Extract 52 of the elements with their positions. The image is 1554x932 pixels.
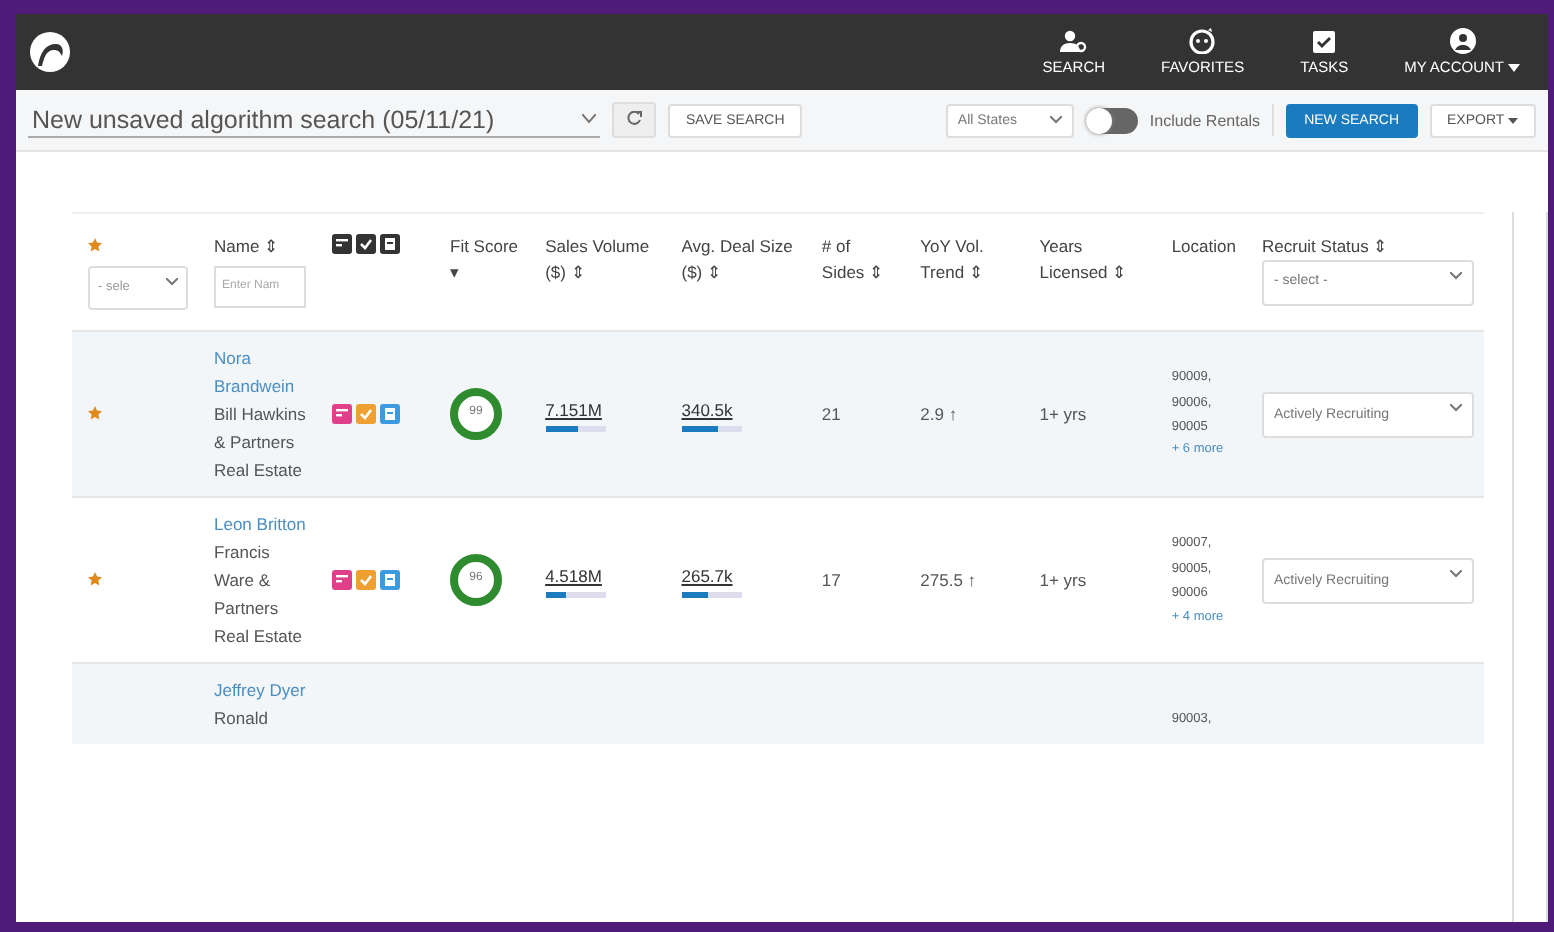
clipboard-icon[interactable] — [380, 570, 400, 591]
avg-deal-size: 265.7k — [681, 564, 735, 591]
column-header[interactable]: Location — [1171, 234, 1236, 261]
star-icon[interactable] — [88, 572, 102, 587]
column-header[interactable]: Name ⇕ — [214, 234, 306, 261]
star-icon[interactable] — [88, 406, 102, 421]
toggle-label: Include Rentals — [1149, 111, 1261, 129]
column-header[interactable]: Fit Score ▾ — [450, 234, 520, 287]
note-icon[interactable] — [332, 234, 352, 254]
sales-volume: 7.151M — [545, 398, 604, 425]
column-header[interactable]: Avg. Deal Size ($) ⇕ — [681, 234, 796, 287]
refresh-icon — [626, 110, 642, 126]
checkbox-icon[interactable] — [356, 404, 376, 425]
company-name: Francis Ware & Partners Real Estate — [214, 540, 304, 651]
years-licensed: 1+ yrs — [1039, 570, 1087, 591]
clipboard-icon[interactable] — [380, 404, 400, 425]
search-name-select[interactable]: New unsaved algorithm search (05/11/21) — [28, 103, 600, 137]
sales-volume: 4.518M — [545, 564, 604, 591]
clipboard-icon[interactable] — [380, 234, 400, 254]
chevron-icon — [1450, 569, 1462, 578]
checkbox-icon[interactable] — [356, 234, 376, 254]
chevron-icon — [582, 114, 596, 124]
caret-icon — [1508, 63, 1520, 71]
refresh-button[interactable] — [612, 102, 656, 138]
column-header[interactable]: Years Licensed ⇕ — [1039, 234, 1146, 287]
star-icon[interactable] — [88, 238, 102, 252]
chevron-icon — [166, 278, 178, 287]
user-circle-icon — [1449, 28, 1476, 54]
agent-name-link[interactable]: Leon Britton — [214, 510, 306, 539]
column-header[interactable]: # of Sides ⇕ — [821, 234, 895, 287]
company-name: Ronald — [214, 706, 270, 733]
checkbox-icon[interactable] — [356, 570, 376, 591]
column-header[interactable]: YoY Vol. Trend ⇕ — [920, 234, 1014, 287]
column-header[interactable]: Recruit Status ⇕ — [1262, 234, 1474, 261]
sides-count: 21 — [821, 404, 841, 425]
rentals-toggle[interactable] — [1085, 107, 1138, 133]
chevron-icon — [1049, 116, 1062, 124]
chevron-icon — [1450, 403, 1462, 411]
yoy-trend: 275.5 ↑ — [920, 570, 977, 591]
company-name: Bill Hawkins & Partners Real Estate — [214, 402, 306, 485]
avg-deal-size: 340.5k — [681, 398, 735, 425]
chevron-icon — [1450, 272, 1462, 281]
column-header[interactable]: Sales Volume ($) ⇕ — [545, 234, 656, 287]
clipboard-check-icon — [1312, 28, 1337, 54]
years-licensed: 1+ yrs — [1039, 404, 1087, 425]
bot-icon — [1188, 28, 1217, 54]
caret-icon — [1508, 117, 1518, 123]
scrollbar[interactable] — [1512, 212, 1548, 922]
yoy-trend: 2.9 ↑ — [920, 404, 958, 425]
user-search-icon — [1059, 29, 1088, 53]
sides-count: 17 — [821, 570, 841, 591]
logo-icon[interactable] — [28, 30, 72, 74]
